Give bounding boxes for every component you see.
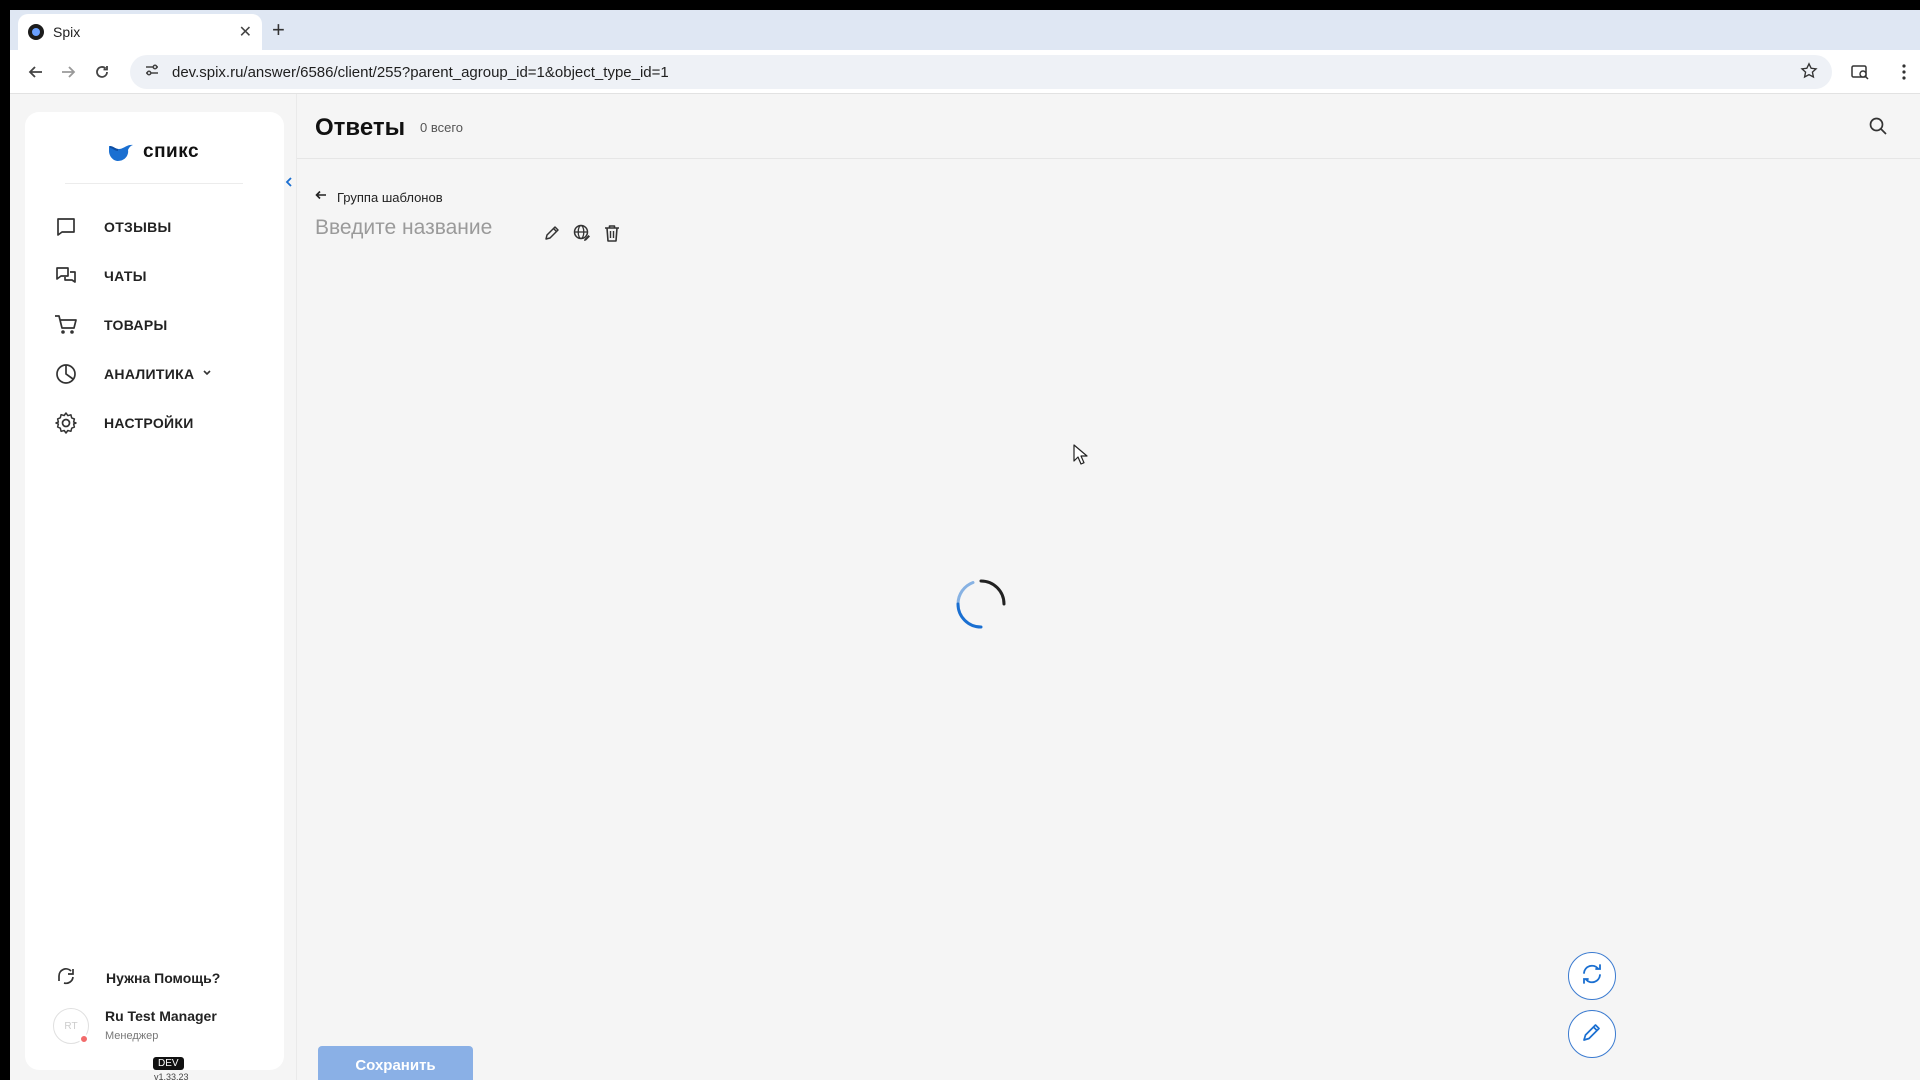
sidebar-item-settings[interactable]: НАСТРОЙКИ (53, 408, 194, 438)
browser-toolbar: dev.spix.ru/answer/6586/client/255?paren… (10, 50, 1920, 94)
tab-search-icon[interactable] (1848, 60, 1872, 84)
spix-logo[interactable]: спикс (107, 140, 199, 164)
logo-divider (65, 183, 243, 184)
url-text: dev.spix.ru/answer/6586/client/255?paren… (172, 63, 669, 81)
chevron-down-icon (202, 365, 212, 383)
back-label: Группа шаблонов (337, 189, 443, 205)
mouse-cursor-icon (1073, 444, 1088, 465)
loading-spinner-icon (956, 579, 1006, 629)
notification-dot (79, 1034, 89, 1044)
sidebar: спикс ОТЗЫВЫ ЧАТЫ ТОВАРЫ АНАЛИТИКА НАСТР… (25, 112, 292, 1080)
avatar-initials: RT (64, 1020, 78, 1032)
refresh-icon (1580, 962, 1604, 991)
spix-favicon-icon (28, 24, 44, 40)
bird-logo-icon (109, 144, 133, 161)
save-button[interactable]: Сохранить (318, 1046, 473, 1080)
page-header: Ответы 0 всего (297, 94, 1920, 159)
help-refresh-icon (55, 964, 77, 991)
trash-icon[interactable] (601, 222, 623, 244)
sidebar-item-chats[interactable]: ЧАТЫ (53, 261, 147, 291)
main-content: Ответы 0 всего Группа шаблонов Введите н… (296, 94, 1920, 1080)
chats-icon (53, 263, 79, 289)
tab-title: Spix (53, 24, 81, 40)
edit-button[interactable] (1568, 1010, 1616, 1058)
reload-icon[interactable] (90, 60, 114, 84)
template-name-input[interactable] (315, 216, 535, 240)
tab-strip: Spix ✕ + (10, 10, 1920, 50)
user-name: Ru Test Manager (105, 1008, 217, 1024)
sidebar-item-label: НАСТРОЙКИ (104, 415, 194, 431)
user-role: Менеджер (105, 1030, 159, 1042)
sidebar-item-label: ТОВАРЫ (104, 317, 168, 333)
sidebar-item-products[interactable]: ТОВАРЫ (53, 310, 167, 340)
avatar: RT (53, 1008, 89, 1044)
site-info-icon[interactable] (144, 62, 160, 83)
sidebar-item-label: АНАЛИТИКА (104, 366, 195, 382)
back-to-template-group[interactable]: Группа шаблонов (315, 188, 443, 206)
edit-pencil-icon (1581, 1021, 1603, 1048)
refresh-button[interactable] (1568, 952, 1616, 1000)
sidebar-item-label: ЧАТЫ (104, 268, 147, 284)
gear-icon (53, 410, 79, 436)
browser-tab[interactable]: Spix ✕ (18, 14, 262, 50)
total-count: 0 всего (420, 120, 464, 135)
page-title: Ответы (315, 114, 406, 141)
app-version: v1.33.23 (154, 1072, 189, 1080)
env-badge: DEV (153, 1057, 184, 1070)
back-arrow-icon[interactable] (24, 60, 48, 84)
collapse-sidebar-chevron-icon[interactable] (283, 175, 295, 187)
close-tab-icon[interactable]: ✕ (239, 22, 252, 42)
edit-pencil-icon[interactable] (541, 222, 563, 244)
sidebar-item-reviews[interactable]: ОТЗЫВЫ (53, 212, 172, 242)
cart-icon (53, 312, 79, 338)
menu-dots-icon[interactable] (1892, 60, 1916, 84)
sidebar-item-analytics[interactable]: АНАЛИТИКА (53, 359, 212, 389)
message-square-icon (53, 214, 79, 240)
arrow-left-icon (315, 188, 327, 206)
globe-edit-icon[interactable] (571, 222, 593, 244)
new-tab-button[interactable]: + (272, 18, 285, 42)
bookmark-star-icon[interactable] (1800, 62, 1818, 85)
forward-arrow-icon[interactable] (56, 60, 80, 84)
browser-window: Spix ✕ + dev.spix.ru/answer/6586/client/… (10, 10, 1920, 1080)
address-bar[interactable]: dev.spix.ru/answer/6586/client/255?paren… (130, 55, 1832, 89)
search-icon[interactable] (1868, 116, 1888, 141)
sidebar-item-label: ОТЗЫВЫ (104, 219, 172, 235)
help-label: Нужна Помощь? (106, 969, 221, 986)
pie-chart-icon (53, 361, 79, 387)
help-link[interactable]: Нужна Помощь? (55, 964, 220, 991)
logo-text: спикс (143, 141, 200, 162)
